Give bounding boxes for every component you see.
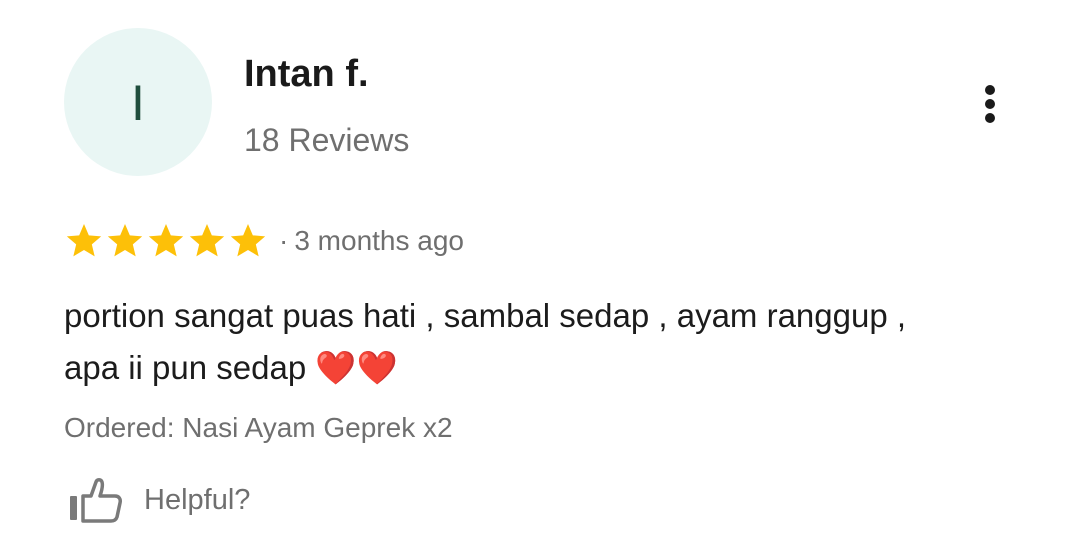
star-rating bbox=[64, 221, 269, 261]
review-card: I Intan f. 18 Reviews · 3 months ago por… bbox=[0, 0, 1080, 551]
review-text-line-2: apa ii pun sedap ❤️❤️ bbox=[64, 349, 398, 386]
review-text-line-1: portion sangat puas hati , sambal sedap … bbox=[64, 297, 907, 334]
helpful-button[interactable]: Helpful? bbox=[64, 474, 250, 526]
avatar-initial: I bbox=[131, 75, 145, 131]
reviewer-name: Intan f. bbox=[244, 53, 369, 95]
date-separator: · bbox=[279, 225, 289, 256]
ordered-items: Ordered: Nasi Ayam Geprek x2 bbox=[64, 412, 453, 443]
helpful-label: Helpful? bbox=[144, 483, 251, 516]
rating-row: · 3 months ago bbox=[64, 218, 464, 264]
star-filled-icon bbox=[148, 224, 184, 257]
star-filled-icon bbox=[189, 224, 225, 257]
star-filled-icon bbox=[66, 224, 102, 257]
thumbs-up-icon bbox=[70, 478, 122, 523]
review-count: 18 Reviews bbox=[244, 122, 410, 158]
avatar: I bbox=[64, 28, 212, 176]
more-options-button[interactable] bbox=[968, 80, 1012, 128]
star-filled-icon bbox=[230, 224, 266, 257]
review-date: 3 months ago bbox=[294, 225, 464, 256]
more-vertical-icon bbox=[985, 85, 995, 123]
review-text: portion sangat puas hati , sambal sedap … bbox=[64, 290, 1034, 394]
star-filled-icon bbox=[107, 224, 143, 257]
